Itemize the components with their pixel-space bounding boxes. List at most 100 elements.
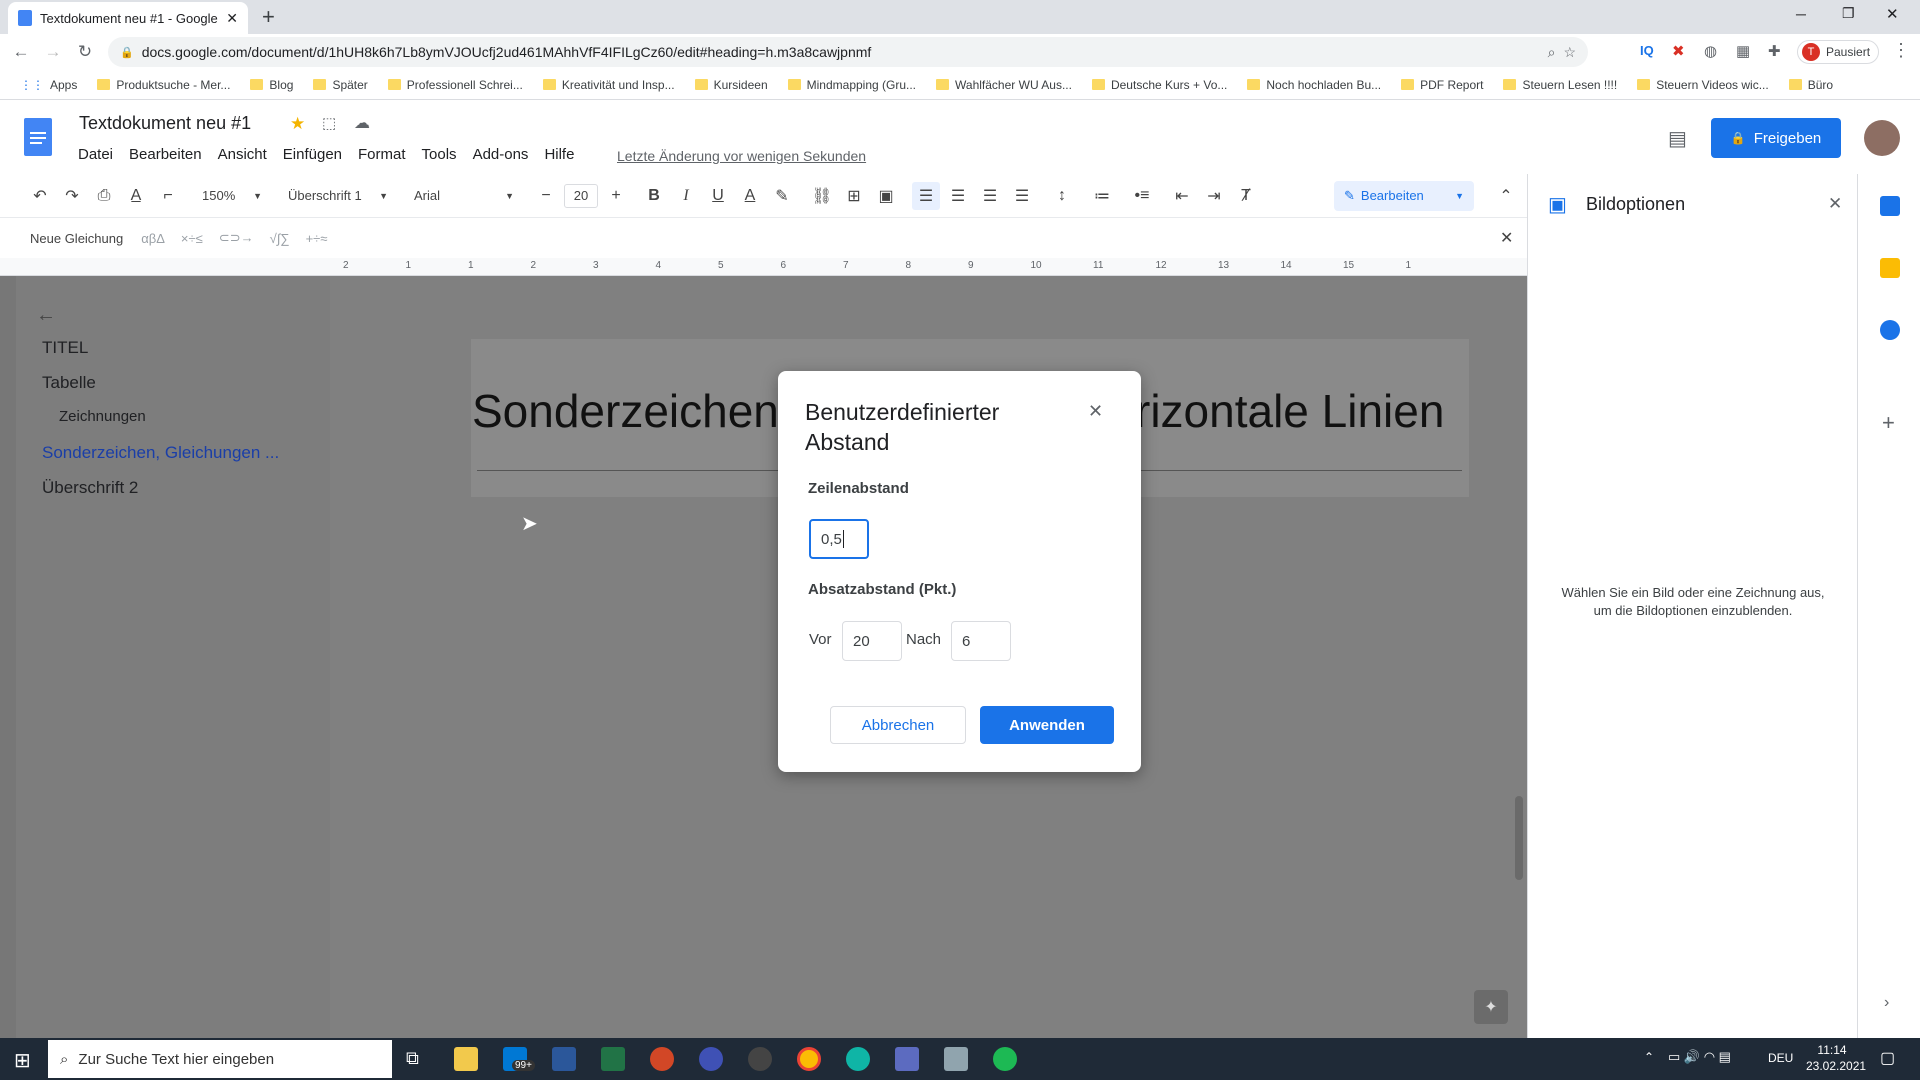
extensions-puzzle-icon[interactable]: ✚ xyxy=(1768,42,1781,60)
close-window-icon[interactable]: ✕ xyxy=(1886,5,1899,23)
bookmark-item[interactable]: Blog xyxy=(242,78,301,92)
edge-icon[interactable] xyxy=(846,1047,870,1071)
menu-0[interactable]: Datei xyxy=(78,146,121,163)
bookmark-item[interactable]: Steuern Lesen !!!! xyxy=(1495,78,1625,92)
paint-format-icon[interactable]: ⌐ xyxy=(154,182,182,210)
menu-2[interactable]: Ansicht xyxy=(218,146,275,163)
clock[interactable]: 11:14 23.02.2021 xyxy=(1806,1042,1866,1074)
bookmark-item[interactable]: Deutsche Kurs + Vo... xyxy=(1084,78,1235,92)
align-center-icon[interactable]: ☰ xyxy=(944,182,972,210)
back-icon[interactable]: ← xyxy=(10,41,32,63)
outline-item[interactable]: Tabelle xyxy=(0,373,330,408)
underline-icon[interactable]: U xyxy=(704,182,732,210)
undo-icon[interactable]: ↶ xyxy=(26,182,54,210)
move-folder-icon[interactable]: ⬚ xyxy=(322,114,336,132)
reload-icon[interactable]: ↻ xyxy=(74,41,96,63)
minimize-icon[interactable]: ─ xyxy=(1796,6,1806,22)
explore-icon[interactable]: ✦ xyxy=(1474,990,1508,1024)
equation-group-1[interactable]: ×÷≤ xyxy=(181,231,203,246)
bulleted-list-icon[interactable]: •≡ xyxy=(1128,182,1156,210)
equation-group-4[interactable]: +÷≈ xyxy=(306,231,328,246)
user-avatar[interactable] xyxy=(1864,120,1900,156)
close-equation-icon[interactable]: ✕ xyxy=(1500,228,1513,248)
close-dialog-icon[interactable]: ✕ xyxy=(1088,401,1103,422)
bold-icon[interactable]: B xyxy=(640,182,668,210)
excel-icon[interactable] xyxy=(601,1047,625,1071)
app-icon[interactable] xyxy=(895,1047,919,1071)
highlight-icon[interactable]: ✎ xyxy=(768,182,796,210)
bookmark-item[interactable]: Noch hochladen Bu... xyxy=(1239,78,1389,92)
task-view-icon[interactable]: ⧉ xyxy=(406,1048,419,1069)
bookmark-item[interactable]: Kursideen xyxy=(687,78,776,92)
outline-item[interactable]: Sonderzeichen, Gleichungen ... xyxy=(0,443,330,478)
menu-5[interactable]: Tools xyxy=(422,146,465,163)
outline-item[interactable]: Zeichnungen xyxy=(0,408,330,443)
obs-icon[interactable] xyxy=(748,1047,772,1071)
comment-icon[interactable]: ⊞ xyxy=(840,182,868,210)
text-color-icon[interactable]: A xyxy=(736,182,764,210)
apps-bookmark[interactable]: ⋮⋮ Apps xyxy=(12,78,85,92)
clear-format-icon[interactable]: Ⱦ xyxy=(1232,182,1260,210)
equation-group-2[interactable]: ⊂⊃→ xyxy=(219,230,254,246)
keep-icon[interactable] xyxy=(1880,258,1900,278)
tray-chevron-icon[interactable]: ⌃ xyxy=(1644,1050,1654,1064)
language-indicator[interactable]: DEU xyxy=(1768,1051,1793,1065)
windows-start-icon[interactable]: ⊞ xyxy=(14,1048,31,1073)
print-icon[interactable]: ⎙ xyxy=(90,182,118,210)
last-edit-link[interactable]: Letzte Änderung vor wenigen Sekunden xyxy=(617,148,866,164)
menu-6[interactable]: Add-ons xyxy=(473,146,537,163)
app-icon[interactable] xyxy=(699,1047,723,1071)
docs-logo-icon[interactable] xyxy=(24,118,52,156)
browser-tab[interactable]: Textdokument neu #1 - Google D ✕ xyxy=(8,2,248,34)
increase-indent-icon[interactable]: ⇥ xyxy=(1200,182,1228,210)
notifications-icon[interactable]: ▢ xyxy=(1880,1048,1895,1068)
outline-item[interactable]: TITEL xyxy=(0,338,330,373)
powerpoint-icon[interactable] xyxy=(650,1047,674,1071)
share-button[interactable]: 🔒 Freigeben xyxy=(1711,118,1841,158)
menu-4[interactable]: Format xyxy=(358,146,414,163)
decrease-indent-icon[interactable]: ⇤ xyxy=(1168,182,1196,210)
bookmark-star-icon[interactable]: ☆ xyxy=(1563,44,1576,61)
ruler[interactable]: 2 1 1 2 3 4 5 6 7 8 9 10 11 12 13 14 15 1 xyxy=(0,258,1527,276)
line-spacing-icon[interactable]: ↕ xyxy=(1048,182,1076,210)
increase-font-icon[interactable]: + xyxy=(602,182,630,210)
image-icon[interactable]: ▣ xyxy=(872,182,900,210)
forward-icon[interactable]: → xyxy=(42,41,64,63)
chrome-icon[interactable] xyxy=(797,1047,821,1071)
font-size-input[interactable]: 20 xyxy=(564,183,598,208)
collapse-toolbar-icon[interactable]: ⌃ xyxy=(1492,182,1520,210)
align-right-icon[interactable]: ☰ xyxy=(976,182,1004,210)
star-icon[interactable]: ★ xyxy=(290,114,305,134)
align-left-icon[interactable]: ☰ xyxy=(912,181,940,210)
style-select[interactable]: Überschrift 1 ▼ xyxy=(282,188,394,203)
spotify-icon[interactable] xyxy=(993,1047,1017,1071)
extension-iq-icon[interactable]: IQ xyxy=(1640,43,1654,58)
restore-icon[interactable]: ❐ xyxy=(1842,5,1855,22)
link-icon[interactable]: ⛓ xyxy=(808,182,836,210)
app-icon[interactable] xyxy=(944,1047,968,1071)
taskbar-search-box[interactable]: ⌕ Zur Suche Text hier eingeben xyxy=(48,1040,392,1078)
bookmark-item[interactable]: Produktsuche - Mer... xyxy=(89,78,238,92)
before-spacing-input[interactable]: 20 xyxy=(842,621,902,661)
numbered-list-icon[interactable]: ≔ xyxy=(1088,182,1116,210)
bookmark-item[interactable]: Später xyxy=(305,78,375,92)
new-tab-icon[interactable]: + xyxy=(262,4,275,30)
bookmark-item[interactable]: PDF Report xyxy=(1393,78,1491,92)
editing-mode-select[interactable]: ✎ Bearbeiten ▼ xyxy=(1334,180,1474,211)
bookmark-item[interactable]: Mindmapping (Gru... xyxy=(780,78,924,92)
close-tab-icon[interactable]: ✕ xyxy=(226,10,238,27)
redo-icon[interactable]: ↷ xyxy=(58,182,86,210)
bookmark-item[interactable]: Professionell Schrei... xyxy=(380,78,531,92)
bookmark-item[interactable]: Wahlfächer WU Aus... xyxy=(928,78,1080,92)
comments-icon[interactable]: ▤ xyxy=(1668,126,1687,151)
after-spacing-input[interactable]: 6 xyxy=(951,621,1011,661)
browser-menu-icon[interactable]: ⋮ xyxy=(1892,40,1910,61)
cancel-button[interactable]: Abbrechen xyxy=(830,706,966,744)
zoom-icon[interactable]: ⌕ xyxy=(1548,44,1556,61)
menu-1[interactable]: Bearbeiten xyxy=(129,146,210,163)
menu-7[interactable]: Hilfe xyxy=(544,146,582,163)
tasks-icon[interactable] xyxy=(1880,320,1900,340)
word-icon[interactable] xyxy=(552,1047,576,1071)
apply-button[interactable]: Anwenden xyxy=(980,706,1114,744)
scrollbar[interactable] xyxy=(1515,796,1523,880)
